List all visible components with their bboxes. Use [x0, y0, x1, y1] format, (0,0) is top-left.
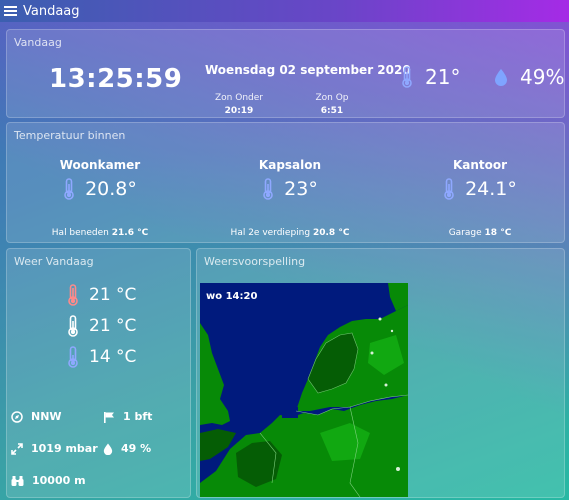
- temperature-max-value: 21 °C: [89, 285, 137, 305]
- droplet-icon: [103, 443, 113, 455]
- sunset: Zon Onder 20:19: [215, 93, 263, 116]
- compass-icon: [11, 410, 23, 423]
- room-name: Woonkamer: [59, 158, 141, 172]
- room-temperature: 20.8°: [85, 178, 137, 200]
- today-humidity: 49%: [494, 65, 564, 89]
- thermometer-icon: [68, 315, 78, 337]
- extra-sensor-hal-2e: Hal 2e verdieping 20.8 °C: [205, 228, 375, 238]
- weather-today-card: Weer Vandaag 21 °C 21 °C 14 °C NNW 1 bft…: [6, 248, 191, 498]
- temperature-current: 21 °C: [67, 315, 136, 337]
- room-kantoor: Kantoor 24.1°: [405, 158, 555, 204]
- air-pressure: 1019 mbar: [11, 442, 98, 455]
- room-name: Kapsalon: [258, 158, 322, 172]
- flag-icon: [104, 411, 114, 423]
- temperature-min: 14 °C: [67, 346, 136, 368]
- extra-sensor-label: Hal 2e verdieping: [230, 228, 311, 238]
- forecast-card-title: Weersvoorspelling: [204, 255, 306, 268]
- wind-force-value: 1 bft: [123, 410, 153, 423]
- binoculars-icon: [11, 475, 24, 486]
- radar-map-image: [200, 283, 408, 497]
- page-title: Vandaag: [23, 3, 80, 19]
- wind-force: 1 bft: [103, 410, 152, 423]
- top-bar: Vandaag: [0, 0, 569, 22]
- sunrise-label: Zon Op: [315, 93, 349, 103]
- wind-direction: NNW: [11, 410, 62, 423]
- temperature-max: 21 °C: [67, 284, 136, 306]
- room-woonkamer: Woonkamer 20.8°: [25, 158, 175, 204]
- date-label: Woensdag 02 september 2020: [205, 63, 411, 77]
- temperature-current-value: 21 °C: [89, 316, 137, 336]
- thermometer-icon: [444, 178, 454, 200]
- humidity: 49 %: [103, 442, 151, 455]
- room-name: Kantoor: [452, 158, 508, 172]
- room-temperature: 23°: [284, 178, 318, 200]
- thermometer-hot-icon: [68, 284, 78, 306]
- extra-sensor-label: Garage: [448, 228, 482, 238]
- today-temperature-value: 21°: [425, 65, 461, 89]
- radar-map[interactable]: wo 14:20: [200, 283, 408, 497]
- sunrise: Zon Op 6:51: [312, 93, 352, 116]
- extra-sensor-value: 20.8 °C: [312, 228, 350, 238]
- pressure-icon: [11, 442, 23, 455]
- wind-direction-value: NNW: [31, 410, 62, 423]
- room-temperature: 24.1°: [465, 178, 517, 200]
- extra-sensor-value: 21.6 °C: [111, 228, 149, 238]
- clock: 13:25:59: [49, 64, 183, 94]
- thermometer-icon: [263, 178, 273, 200]
- sunset-label: Zon Onder: [215, 93, 263, 103]
- room-kapsalon: Kapsalon 23°: [215, 158, 365, 204]
- today-temperature: 21°: [401, 65, 460, 89]
- sunset-time: 20:19: [224, 106, 254, 116]
- today-humidity-value: 49%: [520, 65, 565, 89]
- visibility: 10000 m: [11, 474, 86, 487]
- extra-sensor-label: Hal beneden: [51, 228, 109, 238]
- menu-icon[interactable]: [4, 6, 17, 16]
- indoor-card-title: Temperatuur binnen: [14, 129, 126, 142]
- air-pressure-value: 1019 mbar: [31, 442, 98, 455]
- forecast-card: Weersvoorspelling wo 14:20: [196, 248, 565, 498]
- visibility-value: 10000 m: [32, 474, 86, 487]
- thermometer-icon: [402, 66, 412, 88]
- sunrise-time: 6:51: [320, 106, 344, 116]
- thermometer-cold-icon: [68, 346, 78, 368]
- thermometer-icon: [64, 178, 74, 200]
- map-timestamp: wo 14:20: [206, 291, 258, 302]
- extra-sensor-hal-beneden: Hal beneden 21.6 °C: [15, 228, 185, 238]
- today-card: Vandaag 13:25:59 Woensdag 02 september 2…: [6, 29, 565, 118]
- extra-sensor-garage: Garage 18 °C: [395, 228, 565, 238]
- droplet-icon: [495, 69, 507, 86]
- weather-card-title: Weer Vandaag: [14, 255, 94, 268]
- humidity-value: 49 %: [121, 442, 152, 455]
- extra-sensor-value: 18 °C: [484, 228, 512, 238]
- temperature-min-value: 14 °C: [89, 347, 137, 367]
- indoor-temperature-card: Temperatuur binnen Woonkamer 20.8° Kapsa…: [6, 122, 565, 243]
- today-card-title: Vandaag: [14, 36, 62, 49]
